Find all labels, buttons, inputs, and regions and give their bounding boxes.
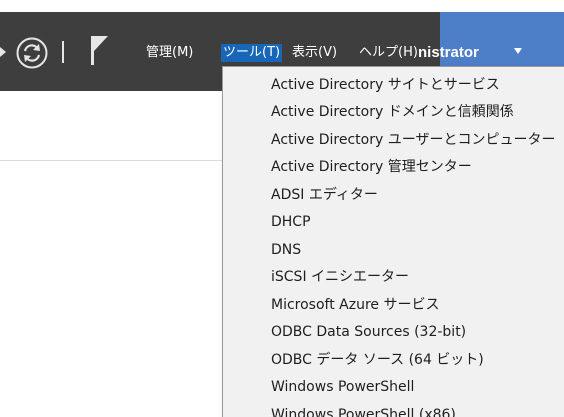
toolbar-separator	[62, 41, 64, 63]
chevron-down-icon[interactable]	[514, 48, 522, 54]
content-divider	[0, 160, 222, 161]
menu-item-dns[interactable]: DNS	[271, 237, 301, 264]
menu-item-iscsi-initiator[interactable]: iSCSI イニシエーター	[271, 264, 409, 291]
menu-item-adsi-editor[interactable]: ADSI エディター	[271, 182, 378, 209]
window-top-strip	[0, 0, 440, 12]
menu-item-dhcp[interactable]: DHCP	[271, 209, 311, 236]
menu-item-powershell[interactable]: Windows PowerShell	[271, 374, 414, 401]
user-name-label[interactable]: nistrator	[418, 44, 479, 61]
menu-view[interactable]: 表示(V)	[290, 44, 339, 62]
menu-item-powershell-x86[interactable]: Windows PowerShell (x86)	[271, 402, 456, 417]
back-arrow-icon[interactable]	[0, 44, 8, 60]
menu-icon-gutter	[223, 67, 259, 417]
menu-help[interactable]: ヘルプ(H)	[357, 44, 420, 62]
menu-item-azure-services[interactable]: Microsoft Azure サービス	[271, 292, 439, 319]
tools-dropdown-menu: Active Directory サイトとサービス Active Directo…	[222, 66, 564, 417]
menu-tools[interactable]: ツール(T)	[221, 44, 283, 62]
refresh-icon[interactable]	[15, 36, 49, 70]
menu-item-odbc-64[interactable]: ODBC データ ソース (64 ビット)	[271, 347, 484, 374]
menu-item-ad-admin-center[interactable]: Active Directory 管理センター	[271, 154, 472, 181]
menu-item-ad-domains-trusts[interactable]: Active Directory ドメインと信頼関係	[271, 99, 514, 126]
flag-icon[interactable]	[88, 34, 112, 66]
menu-item-odbc-32[interactable]: ODBC Data Sources (32-bit)	[271, 319, 466, 346]
menu-manage[interactable]: 管理(M)	[144, 44, 195, 62]
menu-item-ad-users-computers[interactable]: Active Directory ユーザーとコンピューター	[271, 127, 555, 154]
window-top-strip-right	[440, 0, 564, 12]
menu-item-ad-sites-services[interactable]: Active Directory サイトとサービス	[271, 72, 500, 99]
